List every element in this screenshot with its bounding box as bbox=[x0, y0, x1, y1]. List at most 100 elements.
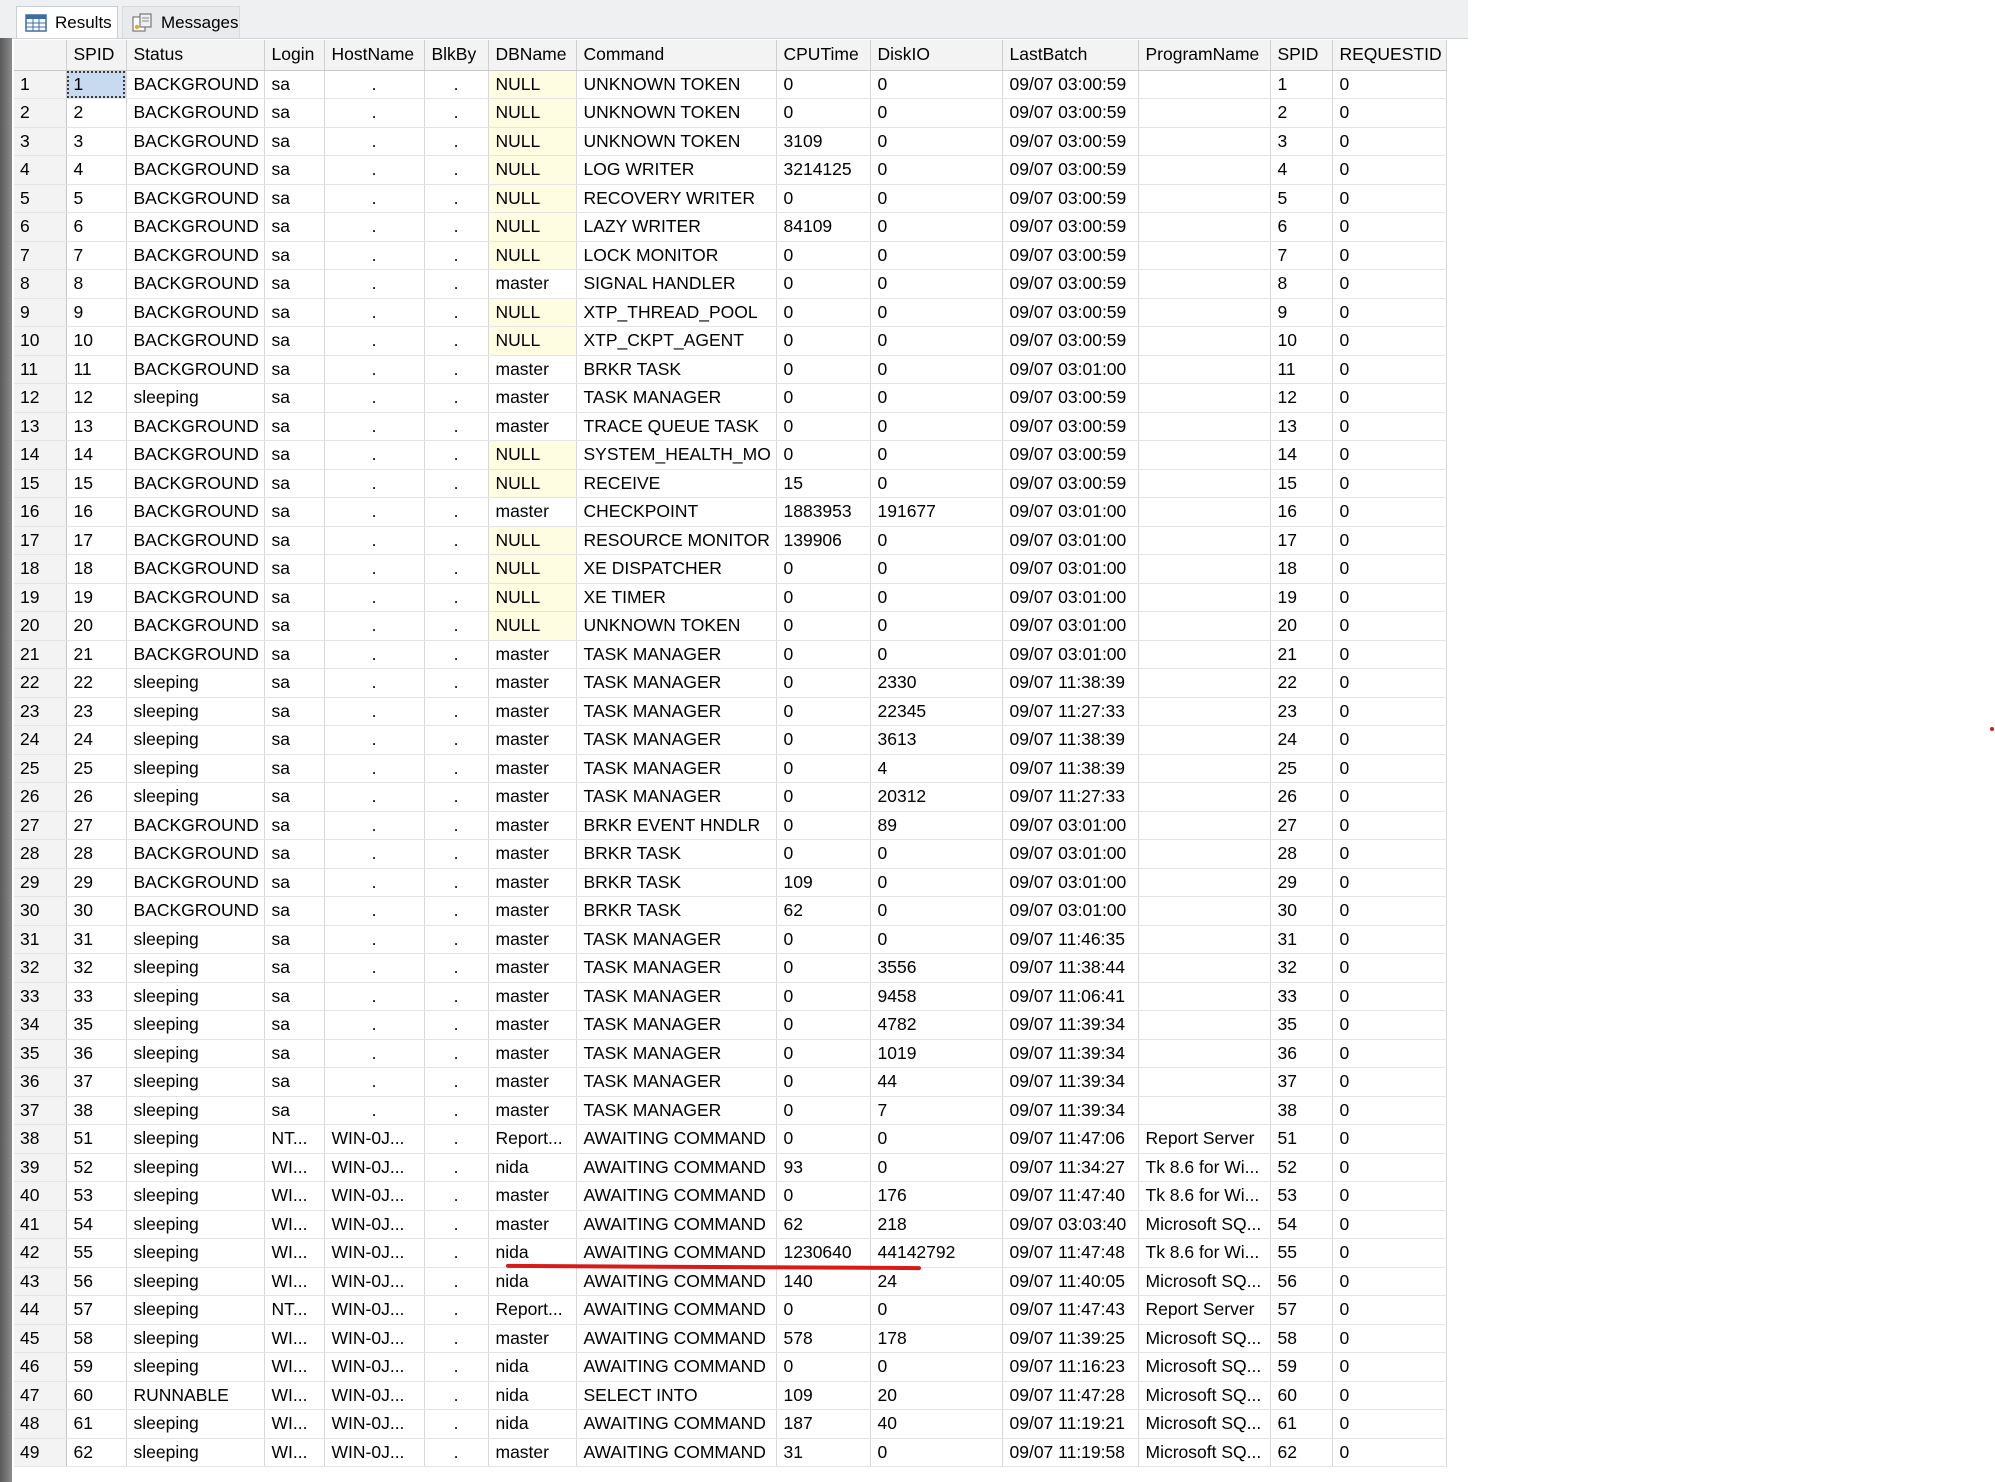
cell-requestid[interactable]: 0 bbox=[1332, 469, 1447, 498]
cell-spid2[interactable]: 23 bbox=[1270, 697, 1333, 726]
cell-diskio[interactable]: 9458 bbox=[870, 982, 1003, 1011]
column-header-spid[interactable]: SPID bbox=[66, 40, 127, 71]
cell-blkby[interactable]: . bbox=[424, 1409, 489, 1439]
cell-programname[interactable]: Microsoft SQ... bbox=[1138, 1352, 1271, 1382]
cell-cputime[interactable]: 0 bbox=[776, 70, 871, 99]
cell-diskio[interactable]: 3613 bbox=[870, 725, 1003, 755]
cell-spid2[interactable]: 52 bbox=[1270, 1153, 1333, 1182]
table-row[interactable]: 10 10 BACKGROUND sa.. NULL XTP_CKPT_AGENT 0 0 09… bbox=[14, 326, 1447, 356]
cell-programname[interactable] bbox=[1138, 241, 1271, 270]
cell-requestid[interactable]: 0 bbox=[1332, 70, 1447, 99]
cell-hostname[interactable]: WIN-0J... bbox=[324, 1409, 425, 1439]
cell-hostname[interactable]: . bbox=[324, 1039, 425, 1068]
cell-dbname[interactable]: master bbox=[488, 925, 577, 954]
cell-rownum[interactable]: 11 bbox=[14, 355, 67, 384]
table-row[interactable]: 48 61 sleeping WI... WIN-0J.... nida AWAITING … bbox=[14, 1409, 1447, 1439]
cell-rownum[interactable]: 28 bbox=[14, 839, 67, 869]
cell-spid2[interactable]: 30 bbox=[1270, 896, 1333, 926]
cell-hostname[interactable]: WIN-0J... bbox=[324, 1438, 425, 1467]
cell-status[interactable]: sleeping bbox=[126, 1210, 265, 1239]
cell-blkby[interactable]: . bbox=[424, 1124, 489, 1154]
cell-cputime[interactable]: 31 bbox=[776, 1438, 871, 1467]
cell-spid2[interactable]: 5 bbox=[1270, 184, 1333, 213]
cell-spid[interactable]: 16 bbox=[66, 497, 127, 527]
cell-requestid[interactable]: 0 bbox=[1332, 554, 1447, 584]
cell-hostname[interactable]: . bbox=[324, 212, 425, 242]
cell-requestid[interactable]: 0 bbox=[1332, 982, 1447, 1011]
cell-spid[interactable]: 30 bbox=[66, 896, 127, 926]
cell-requestid[interactable]: 0 bbox=[1332, 953, 1447, 983]
cell-spid[interactable]: 1 bbox=[66, 70, 127, 99]
table-row[interactable]: 12 12 sleeping sa.. master TASK MANAGER 0 0 09/0… bbox=[14, 383, 1447, 413]
cell-programname[interactable] bbox=[1138, 1067, 1271, 1097]
cell-lastbatch[interactable]: 09/07 11:47:06 bbox=[1002, 1124, 1139, 1154]
cell-blkby[interactable]: . bbox=[424, 1352, 489, 1382]
cell-login[interactable]: sa bbox=[264, 896, 325, 926]
cell-diskio[interactable]: 178 bbox=[870, 1324, 1003, 1353]
cell-hostname[interactable]: . bbox=[324, 184, 425, 213]
cell-programname[interactable]: Microsoft SQ... bbox=[1138, 1210, 1271, 1239]
cell-hostname[interactable]: . bbox=[324, 298, 425, 327]
cell-login[interactable]: WI... bbox=[264, 1409, 325, 1439]
table-row[interactable]: 45 58 sleeping WI... WIN-0J.... master AWAITIN… bbox=[14, 1324, 1447, 1353]
table-row[interactable]: 9 9 BACKGROUND sa.. NULL XTP_THREAD_POOL 0 0 09/… bbox=[14, 298, 1447, 327]
cell-command[interactable]: TASK MANAGER bbox=[576, 1010, 777, 1040]
cell-rownum[interactable]: 6 bbox=[14, 212, 67, 242]
cell-blkby[interactable]: . bbox=[424, 497, 489, 527]
cell-dbname[interactable]: master bbox=[488, 1096, 577, 1125]
table-row[interactable]: 2 2 BACKGROUND sa.. NULL UNKNOWN TOKEN 0 0 09/07… bbox=[14, 98, 1447, 128]
cell-spid[interactable]: 54 bbox=[66, 1210, 127, 1239]
cell-hostname[interactable]: . bbox=[324, 811, 425, 840]
cell-cputime[interactable]: 62 bbox=[776, 896, 871, 926]
cell-command[interactable]: UNKNOWN TOKEN bbox=[576, 127, 777, 156]
cell-dbname[interactable]: master bbox=[488, 839, 577, 869]
cell-login[interactable]: NT... bbox=[264, 1124, 325, 1154]
cell-cputime[interactable]: 0 bbox=[776, 1352, 871, 1382]
cell-cputime[interactable]: 0 bbox=[776, 184, 871, 213]
cell-diskio[interactable]: 0 bbox=[870, 70, 1003, 99]
cell-lastbatch[interactable]: 09/07 03:00:59 bbox=[1002, 326, 1139, 356]
cell-status[interactable]: BACKGROUND bbox=[126, 212, 265, 242]
cell-command[interactable]: TASK MANAGER bbox=[576, 725, 777, 755]
cell-blkby[interactable]: . bbox=[424, 70, 489, 99]
cell-cputime[interactable]: 0 bbox=[776, 640, 871, 669]
cell-status[interactable]: sleeping bbox=[126, 1039, 265, 1068]
cell-requestid[interactable]: 0 bbox=[1332, 1181, 1447, 1211]
cell-diskio[interactable]: 0 bbox=[870, 868, 1003, 897]
cell-command[interactable]: AWAITING COMMAND bbox=[576, 1238, 777, 1268]
cell-dbname[interactable]: nida bbox=[488, 1409, 577, 1439]
column-header-cputime[interactable]: CPUTime bbox=[776, 40, 871, 71]
cell-spid[interactable]: 9 bbox=[66, 298, 127, 327]
cell-spid2[interactable]: 58 bbox=[1270, 1324, 1333, 1353]
cell-requestid[interactable]: 0 bbox=[1332, 583, 1447, 612]
cell-programname[interactable] bbox=[1138, 155, 1271, 185]
cell-lastbatch[interactable]: 09/07 03:00:59 bbox=[1002, 212, 1139, 242]
cell-spid2[interactable]: 31 bbox=[1270, 925, 1333, 954]
cell-login[interactable]: sa bbox=[264, 440, 325, 470]
cell-command[interactable]: BRKR TASK bbox=[576, 839, 777, 869]
cell-hostname[interactable]: WIN-0J... bbox=[324, 1295, 425, 1325]
cell-dbname[interactable]: master bbox=[488, 412, 577, 441]
cell-status[interactable]: BACKGROUND bbox=[126, 868, 265, 897]
cell-cputime[interactable]: 0 bbox=[776, 697, 871, 726]
cell-diskio[interactable]: 3556 bbox=[870, 953, 1003, 983]
cell-spid[interactable]: 10 bbox=[66, 326, 127, 356]
cell-dbname[interactable]: master bbox=[488, 754, 577, 783]
cell-hostname[interactable]: . bbox=[324, 554, 425, 584]
cell-rownum[interactable]: 29 bbox=[14, 868, 67, 897]
cell-programname[interactable]: Microsoft SQ... bbox=[1138, 1381, 1271, 1410]
cell-blkby[interactable]: . bbox=[424, 98, 489, 128]
table-row[interactable]: 38 51 sleeping NT... WIN-0J.... Report... AWAI… bbox=[14, 1124, 1447, 1154]
cell-lastbatch[interactable]: 09/07 03:01:00 bbox=[1002, 583, 1139, 612]
cell-lastbatch[interactable]: 09/07 03:01:00 bbox=[1002, 355, 1139, 384]
cell-login[interactable]: sa bbox=[264, 1067, 325, 1097]
cell-blkby[interactable]: . bbox=[424, 953, 489, 983]
cell-spid[interactable]: 18 bbox=[66, 554, 127, 584]
cell-command[interactable]: LOG WRITER bbox=[576, 155, 777, 185]
cell-spid2[interactable]: 38 bbox=[1270, 1096, 1333, 1125]
table-row[interactable]: 40 53 sleeping WI... WIN-0J.... master AWAITIN… bbox=[14, 1181, 1447, 1211]
cell-dbname[interactable]: NULL bbox=[488, 554, 577, 584]
cell-lastbatch[interactable]: 09/07 11:46:35 bbox=[1002, 925, 1139, 954]
column-header-command[interactable]: Command bbox=[576, 40, 777, 71]
cell-programname[interactable] bbox=[1138, 412, 1271, 441]
